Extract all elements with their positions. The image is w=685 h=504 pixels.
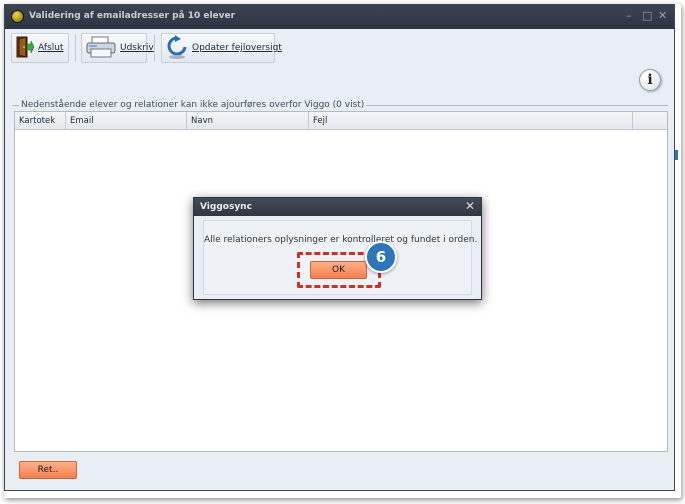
grid-header: Kartotek Email Navn Fejl xyxy=(15,112,667,130)
maximize-button[interactable]: □ xyxy=(642,9,652,22)
refresh-icon xyxy=(166,34,188,62)
column-header-kartotek[interactable]: Kartotek xyxy=(15,112,66,130)
dialog-title: Viggosync xyxy=(200,202,252,212)
exit-door-icon xyxy=(16,35,35,61)
ret-button[interactable]: Ret.. xyxy=(19,461,77,479)
column-header-email[interactable]: Email xyxy=(66,112,187,130)
udskriv-button[interactable]: Udskriv xyxy=(81,33,154,63)
group-box-label: Nedenstående elever og relationer kan ik… xyxy=(19,100,367,110)
toolbar-separator xyxy=(154,35,155,61)
step-badge: 6 xyxy=(365,241,397,273)
title-bar[interactable]: Validering af emailadresser på 10 elever… xyxy=(5,5,674,29)
afslut-label: Afslut xyxy=(38,43,64,53)
edge-marker xyxy=(675,150,678,160)
dialog-message: Alle relationers oplysninger er kontroll… xyxy=(204,235,478,245)
afslut-button[interactable]: Afslut xyxy=(11,33,69,63)
app-icon xyxy=(11,10,24,23)
dialog-title-bar[interactable]: Viggosync ✕ xyxy=(194,198,481,216)
minimize-button[interactable]: – xyxy=(626,9,632,22)
udskriv-label: Udskriv xyxy=(120,43,154,53)
toolbar-separator xyxy=(75,35,76,61)
ok-button[interactable]: OK xyxy=(310,261,367,279)
window-title: Validering af emailadresser på 10 elever xyxy=(29,11,236,21)
info-icon[interactable]: i xyxy=(639,69,661,91)
printer-icon xyxy=(86,36,116,61)
close-window-button[interactable]: ✕ xyxy=(658,9,667,22)
dialog-close-icon[interactable]: ✕ xyxy=(465,199,475,213)
opdater-fejloversigt-button[interactable]: Opdater fejloversigt xyxy=(161,33,282,63)
opdater-label: Opdater fejloversigt xyxy=(192,43,282,53)
column-header-fejl[interactable]: Fejl xyxy=(309,112,633,130)
column-header-navn[interactable]: Navn xyxy=(187,112,309,130)
